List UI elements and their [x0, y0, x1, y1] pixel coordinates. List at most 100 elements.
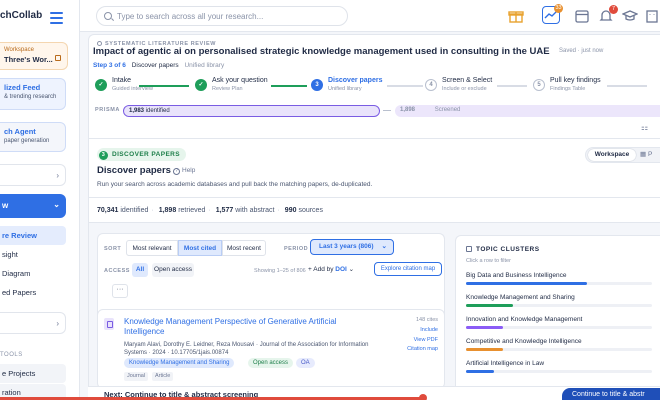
- sidebar-item-projects[interactable]: e Projects: [0, 364, 66, 383]
- search-input[interactable]: [117, 10, 342, 23]
- sidebar-collapsed-group[interactable]: ›: [0, 164, 66, 186]
- calendar-icon[interactable]: [574, 8, 590, 24]
- step-label: Discover papers: [328, 77, 383, 84]
- chevron-right-icon: ›: [56, 319, 59, 328]
- cluster-row[interactable]: Artificial Intelligence in Law: [466, 360, 660, 373]
- wizard-stepper: ✓ Intake Guided interview ✓ Ask your que…: [89, 77, 660, 101]
- sidebar-card-agent[interactable]: ch Agent paper generation: [0, 122, 66, 152]
- view-pdf-link[interactable]: View PDF: [398, 337, 438, 343]
- workspace-label: Workspace: [4, 47, 34, 53]
- cluster-bar-track: [466, 348, 652, 351]
- cluster-bar-fill: [466, 326, 503, 329]
- tag-oa: OA: [296, 358, 315, 368]
- prisma-screened-text: Screened: [434, 107, 461, 113]
- prisma-label: PRISMA: [95, 107, 120, 113]
- explore-citation-map-button[interactable]: Explore citation map: [374, 262, 442, 276]
- cluster-bar-fill: [466, 370, 494, 373]
- section-description: Run your search across academic database…: [97, 181, 373, 188]
- include-button[interactable]: Include: [398, 327, 438, 333]
- submenu-item-saved-papers[interactable]: ed Papers: [0, 283, 66, 302]
- step-current-name: Discover papers: [131, 62, 179, 69]
- cluster-row[interactable]: Big Data and Business Intelligence: [466, 272, 660, 285]
- section-chip-label: DISCOVER PAPERS: [112, 151, 181, 158]
- topic-clusters-panel: TOPIC CLUSTERS Click a row to filter Big…: [455, 235, 660, 399]
- submenu-item-insight[interactable]: sight: [0, 245, 66, 264]
- sidebar-card-feed[interactable]: lized Feed & trending research: [0, 78, 66, 110]
- stat-identified-value: 70,341: [97, 207, 119, 214]
- menu-icon[interactable]: [50, 12, 63, 27]
- save-status: Saved · just now: [559, 48, 604, 54]
- help-icon: ?: [173, 168, 180, 175]
- cluster-row[interactable]: Knowledge Management and Sharing: [466, 294, 660, 307]
- add-by-label: + Add by: [308, 266, 334, 273]
- prisma-screened[interactable]: 1,898 Screened: [395, 105, 660, 117]
- sidebar-card-sub: paper generation: [4, 138, 50, 144]
- workspace-switcher[interactable]: Workspace Three's Wor...: [0, 42, 68, 70]
- tag-topic[interactable]: Knowledge Management and Sharing: [124, 358, 235, 368]
- prisma-identified-count: 1,983: [129, 108, 145, 114]
- step-connector: [497, 85, 527, 87]
- more-options-button[interactable]: ···: [112, 284, 128, 298]
- cluster-bar-track: [466, 370, 652, 373]
- step-dot: 5: [533, 79, 545, 91]
- section-chip-number: 3: [99, 151, 108, 160]
- step-indicator: Step 3 of 6 Discover papers Unified libr…: [93, 62, 224, 69]
- sidebar: chCollab Workspace Three's Wor... lized …: [0, 0, 80, 400]
- continue-button[interactable]: Continue to title & abstr: [562, 388, 660, 400]
- stats-row: 70,341 identified · 1,898 retrieved · 1,57…: [97, 207, 323, 214]
- period-value: Last 3 years (806): [319, 243, 374, 250]
- step-scope: Unified library: [184, 62, 225, 69]
- arrow-right-icon: [383, 110, 391, 111]
- cluster-name: Innovation and Knowledge Management: [466, 316, 583, 323]
- step-connector: [387, 85, 423, 87]
- divider: [89, 138, 660, 139]
- access-all[interactable]: All: [132, 263, 148, 277]
- step-connector: [139, 85, 189, 87]
- prisma-bar: PRISMA 1,983 identified 1,898 Screened: [89, 105, 660, 119]
- sort-most-recent[interactable]: Most recent: [222, 240, 266, 256]
- step-count: Step 3 of 6: [93, 62, 126, 69]
- view-workspace-button[interactable]: Workspace: [588, 149, 636, 161]
- paper-card[interactable]: Knowledge Management Perspective of Gene…: [97, 309, 445, 389]
- access-open[interactable]: Open access: [152, 263, 194, 277]
- prisma-identified-text: identified: [145, 108, 170, 114]
- cluster-bar-fill: [466, 348, 503, 351]
- gift-icon[interactable]: [508, 8, 524, 24]
- sort-most-relevant[interactable]: Most relevant: [126, 240, 178, 256]
- step-connector: [607, 85, 647, 87]
- graduation-cap-icon[interactable]: [621, 8, 639, 24]
- step-sub: Include or exclude: [442, 86, 487, 92]
- chevron-down-icon: ⌄: [381, 243, 387, 250]
- document-icon: [104, 318, 114, 330]
- cluster-row[interactable]: Competitive and Knowledge Intelligence: [466, 338, 660, 351]
- activity-icon[interactable]: 33: [542, 4, 563, 24]
- citation-map-link[interactable]: Citation map: [398, 346, 438, 352]
- bell-icon[interactable]: 7: [598, 5, 618, 24]
- sidebar-item-review[interactable]: w ⌄: [0, 194, 66, 218]
- view-other-label: P: [647, 151, 653, 158]
- view-other-button[interactable]: ▦ P: [640, 149, 652, 161]
- submenu-item-literature-review[interactable]: re Review: [0, 226, 66, 245]
- paper-title[interactable]: Knowledge Management Perspective of Gene…: [124, 317, 374, 337]
- period-select[interactable]: Last 3 years (806) ⌄: [310, 239, 394, 255]
- video-progress-handle[interactable]: [419, 394, 427, 400]
- search-box[interactable]: [96, 6, 348, 26]
- sort-most-cited[interactable]: Most cited: [178, 240, 222, 256]
- layout-settings-icon[interactable]: ⚏: [641, 123, 648, 132]
- building-icon[interactable]: [644, 8, 660, 24]
- cluster-name: Artificial Intelligence in Law: [466, 360, 545, 367]
- chevron-down-icon: ⌄: [348, 266, 355, 273]
- sidebar-card-sub: & trending research: [4, 94, 57, 100]
- help-link[interactable]: ? Help: [173, 167, 195, 175]
- cluster-row[interactable]: Innovation and Knowledge Management: [466, 316, 660, 329]
- cluster-bar-fill: [466, 282, 587, 285]
- section-chip: 3 DISCOVER PAPERS: [97, 148, 187, 161]
- help-label: Help: [182, 167, 196, 174]
- sidebar-collapsed-group-2[interactable]: ›: [0, 312, 66, 334]
- submenu-item-diagram[interactable]: Diagram: [0, 264, 66, 283]
- sidebar-item-label: w: [2, 201, 9, 210]
- add-by-doi-button[interactable]: + Add by DOI ⌄: [304, 263, 358, 277]
- prisma-identified[interactable]: 1,983 identified: [123, 105, 380, 117]
- search-icon: [104, 12, 112, 20]
- type-article: Article: [152, 372, 174, 381]
